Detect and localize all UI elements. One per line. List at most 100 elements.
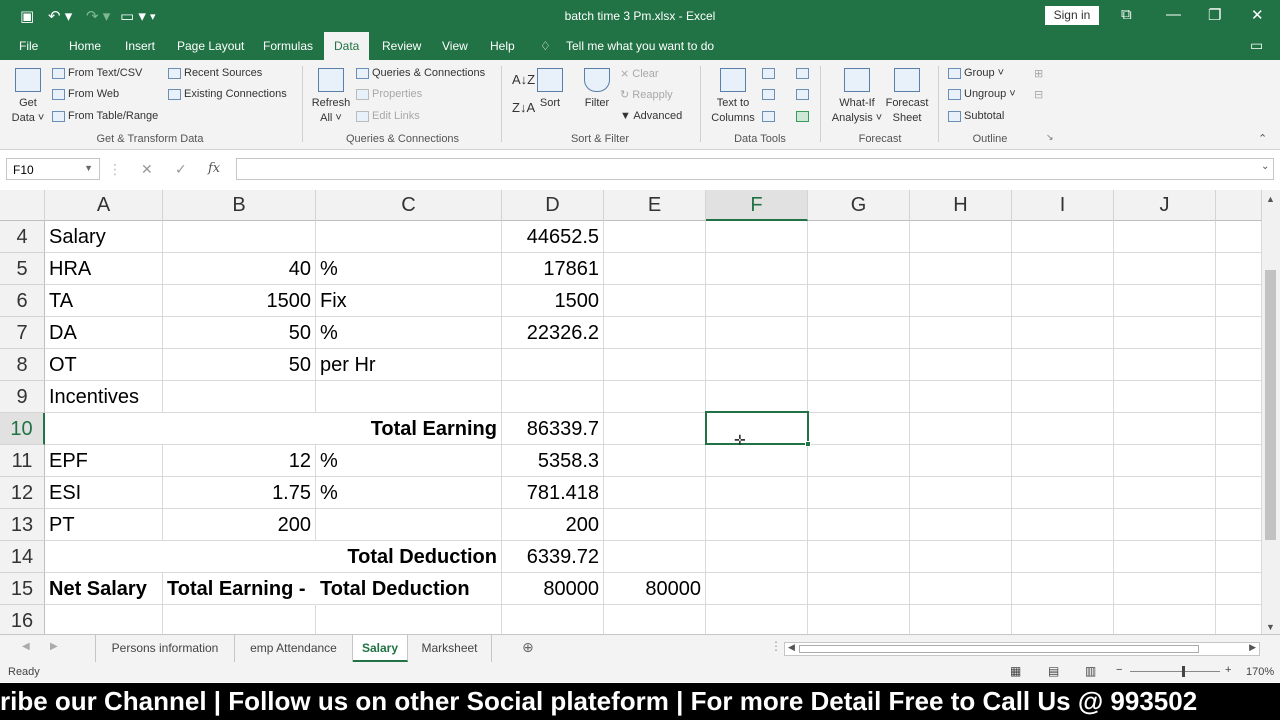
cell-d7[interactable]: 22326.2 — [502, 317, 604, 349]
select-all-corner[interactable] — [0, 190, 45, 221]
scroll-up-icon[interactable]: ▲ — [1266, 194, 1275, 204]
cell-g12[interactable] — [808, 477, 910, 509]
cell-j14[interactable] — [1114, 541, 1216, 573]
cell-h8[interactable] — [910, 349, 1012, 381]
cell-f9[interactable] — [706, 381, 808, 413]
relationships-icon[interactable] — [796, 88, 812, 100]
recent-sources-button[interactable]: Recent Sources — [168, 67, 262, 79]
cell-e11[interactable] — [604, 445, 706, 477]
cell-j5[interactable] — [1114, 253, 1216, 285]
cell-j13[interactable] — [1114, 509, 1216, 541]
cell-i13[interactable] — [1012, 509, 1114, 541]
worksheet-grid[interactable]: A B C D E F G H I J 4 Salary 44652.5 5 HRA 40… — [0, 190, 1262, 634]
scroll-right-icon[interactable]: ▶ — [1249, 642, 1256, 653]
hide-detail-icon[interactable]: ⊟ — [1034, 88, 1043, 101]
zoom-in-icon[interactable]: + — [1225, 664, 1231, 676]
cell-i16[interactable] — [1012, 605, 1114, 634]
cell-g8[interactable] — [808, 349, 910, 381]
tab-page-layout[interactable]: Page Layout — [177, 39, 244, 53]
cell-g5[interactable] — [808, 253, 910, 285]
cell-k15[interactable] — [1216, 573, 1262, 605]
cell-i7[interactable] — [1012, 317, 1114, 349]
cell-c9[interactable] — [316, 381, 502, 413]
cell-a15[interactable]: Net Salary — [45, 573, 163, 605]
queries-connections-button[interactable]: Queries & Connections — [356, 67, 485, 79]
reapply-button[interactable]: ↻ Reapply — [620, 88, 673, 101]
cell-a6[interactable]: TA — [45, 285, 163, 317]
cell-e12[interactable] — [604, 477, 706, 509]
row-header[interactable]: 14 — [0, 541, 45, 573]
col-header-i[interactable]: I — [1012, 190, 1114, 221]
cell-i10[interactable] — [1012, 413, 1114, 445]
cell-f16[interactable] — [706, 605, 808, 634]
cell-k10[interactable] — [1216, 413, 1262, 445]
row-header[interactable]: 13 — [0, 509, 45, 541]
cell-k11[interactable] — [1216, 445, 1262, 477]
cell-h14[interactable] — [910, 541, 1012, 573]
cell-d13[interactable]: 200 — [502, 509, 604, 541]
forecast-sheet-button[interactable]: Forecast Sheet — [884, 68, 930, 126]
cell-f6[interactable] — [706, 285, 808, 317]
cell-j9[interactable] — [1114, 381, 1216, 413]
cell-d4[interactable]: 44652.5 — [502, 221, 604, 253]
prev-sheet-icon[interactable]: ◀ — [22, 641, 30, 652]
cell-h5[interactable] — [910, 253, 1012, 285]
zoom-out-icon[interactable]: − — [1116, 664, 1122, 676]
close-icon[interactable]: ✕ — [1251, 6, 1264, 24]
col-header-c[interactable]: C — [316, 190, 502, 221]
tab-file[interactable]: File — [19, 39, 38, 53]
col-header-a[interactable]: A — [45, 190, 163, 221]
cell-b4[interactable] — [163, 221, 316, 253]
cell-b5[interactable]: 40 — [163, 253, 316, 285]
cell-c12[interactable]: % — [316, 477, 502, 509]
cell-d12[interactable]: 781.418 — [502, 477, 604, 509]
col-header-d[interactable]: D — [502, 190, 604, 221]
clear-button[interactable]: ⨯ Clear — [620, 67, 659, 80]
cell-c15[interactable]: Total Deduction — [316, 573, 502, 605]
sort-button[interactable]: Sort — [536, 68, 564, 111]
cell-i4[interactable] — [1012, 221, 1114, 253]
cell-k7[interactable] — [1216, 317, 1262, 349]
from-text-csv-button[interactable]: From Text/CSV — [52, 67, 142, 79]
formula-input[interactable] — [236, 158, 1274, 180]
flash-fill-icon[interactable] — [762, 67, 778, 79]
cell-a13[interactable]: PT — [45, 509, 163, 541]
sort-za-icon[interactable]: Z↓A — [512, 100, 535, 115]
row-header[interactable]: 16 — [0, 605, 45, 634]
group-button[interactable]: Group ˅ — [948, 67, 1004, 79]
cell-e4[interactable] — [604, 221, 706, 253]
vertical-scrollbar[interactable]: ▲ ▼ — [1262, 190, 1280, 636]
cell-k8[interactable] — [1216, 349, 1262, 381]
cell-i6[interactable] — [1012, 285, 1114, 317]
cell-b13[interactable]: 200 — [163, 509, 316, 541]
cell-h9[interactable] — [910, 381, 1012, 413]
cell-d16[interactable] — [502, 605, 604, 634]
cell-c8[interactable]: per Hr — [316, 349, 502, 381]
cell-e15[interactable]: 80000 — [604, 573, 706, 605]
cell-b8[interactable]: 50 — [163, 349, 316, 381]
col-header-f[interactable]: F — [706, 190, 808, 221]
what-if-analysis-button[interactable]: What-If Analysis ˅ — [830, 68, 884, 126]
row-header[interactable]: 10 — [0, 413, 45, 445]
show-detail-icon[interactable]: ⊞ — [1034, 67, 1043, 80]
cell-g7[interactable] — [808, 317, 910, 349]
tab-split-handle[interactable]: ⋮ — [770, 639, 782, 653]
tab-data[interactable]: Data — [324, 32, 370, 60]
cell-c11[interactable]: % — [316, 445, 502, 477]
cell-f5[interactable] — [706, 253, 808, 285]
dialog-launcher-icon[interactable]: ↘ — [1046, 132, 1054, 143]
sheet-tab-marksheet[interactable]: Marksheet — [408, 635, 492, 662]
cell-b16[interactable] — [163, 605, 316, 634]
page-break-view-icon[interactable]: ▥ — [1085, 664, 1096, 678]
cell-a4[interactable]: Salary — [45, 221, 163, 253]
name-box[interactable]: F10 ▼ — [6, 158, 100, 180]
row-header[interactable]: 12 — [0, 477, 45, 509]
cell-f14[interactable] — [706, 541, 808, 573]
get-data-button[interactable]: Get Data ˅ — [8, 68, 48, 126]
vertical-scroll-thumb[interactable] — [1265, 270, 1276, 540]
cell-e6[interactable] — [604, 285, 706, 317]
cell-i8[interactable] — [1012, 349, 1114, 381]
cell-f15[interactable] — [706, 573, 808, 605]
cell-i9[interactable] — [1012, 381, 1114, 413]
filter-button[interactable]: Filter — [580, 68, 614, 111]
